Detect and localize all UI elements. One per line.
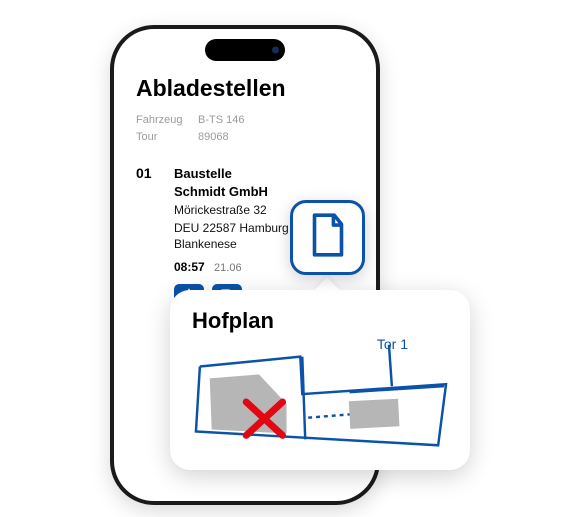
phone-notch [205,39,285,61]
site-plan-svg [192,340,448,458]
meta-tour-row: Tour 89068 [136,129,354,146]
document-icon [310,213,346,262]
vehicle-label: Fahrzeug [136,112,198,129]
stop-name-line1: Baustelle [174,165,354,183]
stop-name-line2: Schmidt GmbH [174,183,354,201]
vehicle-value: B-TS 146 [198,112,244,129]
hofplan-callout: Hofplan Tor 1 [170,290,470,470]
tour-value: 89068 [198,129,229,146]
meta-vehicle-row: Fahrzeug B-TS 146 [136,112,354,129]
tour-label: Tour [136,129,198,146]
site-plan: Tor 1 [192,340,448,458]
callout-title: Hofplan [192,308,448,334]
gate-label: Tor 1 [377,336,408,352]
stop-date: 21.06 [214,261,242,276]
document-chip[interactable] [290,200,365,275]
stop-index: 01 [136,165,160,314]
stop-time: 08:57 [174,259,205,275]
page-title: Abladestellen [136,75,354,102]
